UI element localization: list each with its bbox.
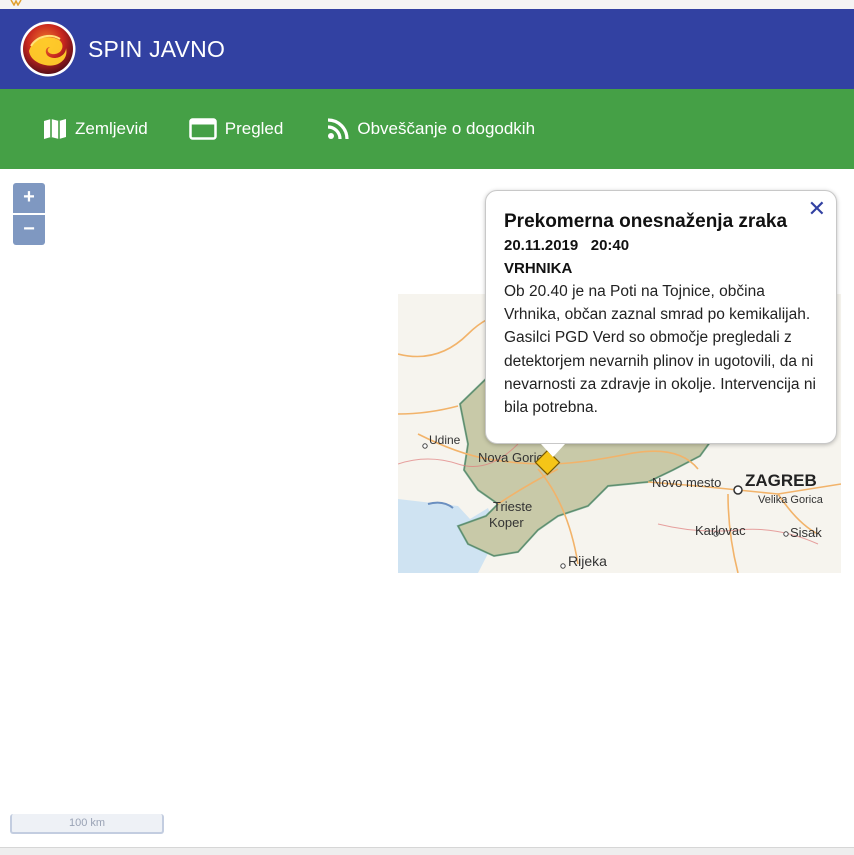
nav-item-map[interactable]: Zemljevid (43, 118, 148, 140)
map-label-novo-mesto: Novo mesto (652, 475, 721, 490)
popup-title: Prekomerna onesnaženja zraka (504, 211, 788, 232)
zoom-control: + − (13, 183, 45, 245)
nav-item-alerts[interactable]: Obveščanje o dogodkih (327, 118, 535, 140)
main-nav: Zemljevid Pregled Obveščanje o dogodkih (0, 89, 854, 169)
close-popup-button[interactable]: ✕ (808, 197, 826, 221)
map-icon (44, 119, 66, 139)
popup-place: VRHNIKA (504, 260, 573, 277)
app-title: SPIN JAVNO (88, 35, 226, 62)
app-header: SPIN JAVNO (0, 9, 854, 89)
zoom-out-button[interactable]: − (13, 215, 45, 245)
spin-logo[interactable] (19, 20, 77, 78)
scale-bar: 100 km (10, 814, 164, 834)
map-label-koper: Koper (489, 515, 524, 530)
nav-item-label: Pregled (224, 119, 284, 138)
map-label-udine: Udine (429, 433, 461, 447)
map-label-rijeka: Rijeka (568, 553, 607, 569)
zoom-in-button[interactable]: + (13, 183, 45, 215)
popup-tip (541, 444, 565, 457)
popup-description: Ob 20.40 je na Poti na Tojnice, občina V… (504, 283, 816, 417)
map-label-zagreb: ZAGREB (745, 471, 817, 490)
event-popup: ✕ Prekomerna onesnaženja zraka 20.11.201… (485, 190, 837, 444)
nav-item-label: Zemljevid (75, 119, 148, 138)
map-view[interactable]: + − Udine Nova Gorica Trieste Koper Rije… (0, 169, 854, 847)
map-label-velika-gorica: Velika Gorica (758, 494, 824, 506)
map-label-karlovac: Karlovac (695, 523, 746, 538)
window-icon (189, 118, 217, 140)
nav-item-overview[interactable]: Pregled (189, 117, 284, 141)
map-label-trieste: Trieste (493, 499, 532, 514)
popup-date: 20.11.2019 20:40 (504, 237, 630, 254)
rss-icon (328, 118, 349, 140)
nav-item-label: Obveščanje o dogodkih (357, 119, 536, 138)
window-top-strip (0, 0, 854, 9)
app-mark-icon (10, 0, 22, 6)
map-label-sisak: Sisak (790, 525, 822, 540)
